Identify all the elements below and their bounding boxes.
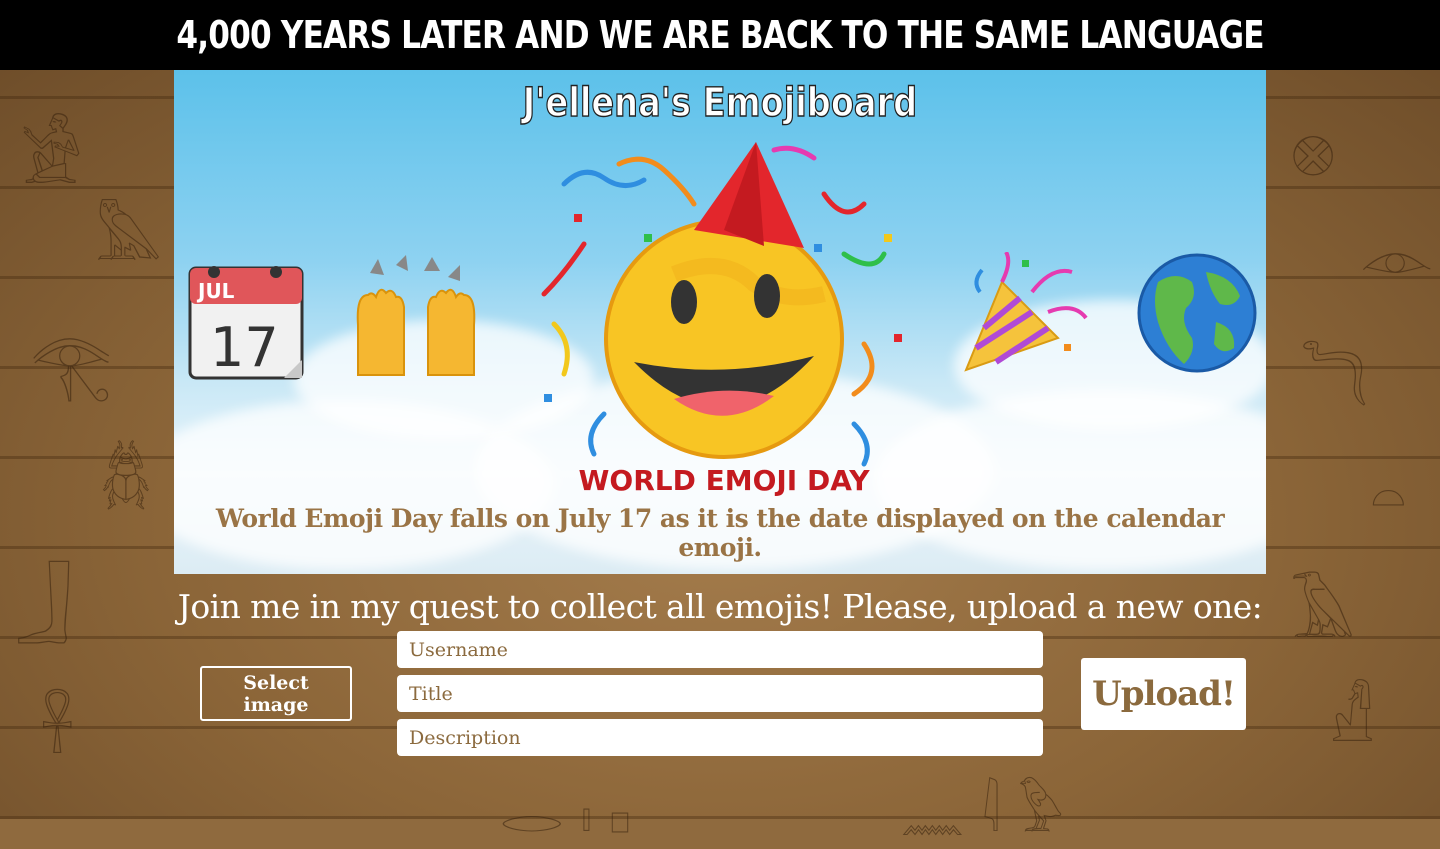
- hieroglyph-decoration: 𓂀: [30, 326, 113, 403]
- hieroglyph-decoration: 𓁹: [1360, 224, 1434, 294]
- hieroglyph-decoration: 𓀭: [1330, 683, 1375, 756]
- upload-prompt: Join me in my quest to collect all emoji…: [177, 587, 1263, 626]
- description-field[interactable]: [397, 719, 1043, 756]
- hieroglyph-decoration: 𓊖: [1290, 112, 1337, 191]
- calendar-day: 17: [210, 316, 279, 379]
- title-field[interactable]: [397, 675, 1043, 712]
- party-face-icon: WORLD EMOJI DAY: [541, 142, 902, 497]
- raising-hands-icon: [356, 255, 476, 376]
- calendar-month: JUL: [196, 279, 235, 303]
- globe-icon: [1137, 253, 1257, 373]
- banner-title: 4,000 YEARS LATER AND WE ARE BACK TO THE…: [176, 13, 1264, 57]
- hieroglyph-decoration: 𓏏: [1370, 463, 1407, 531]
- badge-text: WORLD EMOJI DAY: [579, 464, 871, 497]
- hero-caption: World Emoji Day falls on July 17 as it i…: [215, 504, 1225, 562]
- top-banner: 4,000 YEARS LATER AND WE ARE BACK TO THE…: [0, 0, 1440, 70]
- hieroglyph-decoration: 𓂋 𓏤 𓊪: [500, 781, 631, 844]
- hieroglyph-decoration: 𓀀: [20, 118, 83, 200]
- hieroglyph-decoration: 𓈖 𓇋 𓅱: [900, 781, 1064, 844]
- username-field[interactable]: [397, 631, 1043, 668]
- hieroglyph-decoration: 𓆓: [1300, 347, 1369, 421]
- party-popper-icon: [964, 252, 1088, 372]
- hieroglyph-decoration: 𓅓: [95, 204, 162, 274]
- calendar-icon: JUL 17: [188, 266, 304, 380]
- upload-button[interactable]: Upload!: [1081, 658, 1246, 730]
- hero-image: J'ellena's Emojiboard JUL 17 WORLD EMOJI…: [174, 70, 1266, 574]
- board-title: J'ellena's Emojiboard: [522, 79, 918, 126]
- hieroglyph-decoration: 𓋹: [40, 693, 75, 766]
- select-image-button[interactable]: Select image: [200, 666, 352, 721]
- hieroglyph-decoration: 𓆣: [100, 443, 152, 511]
